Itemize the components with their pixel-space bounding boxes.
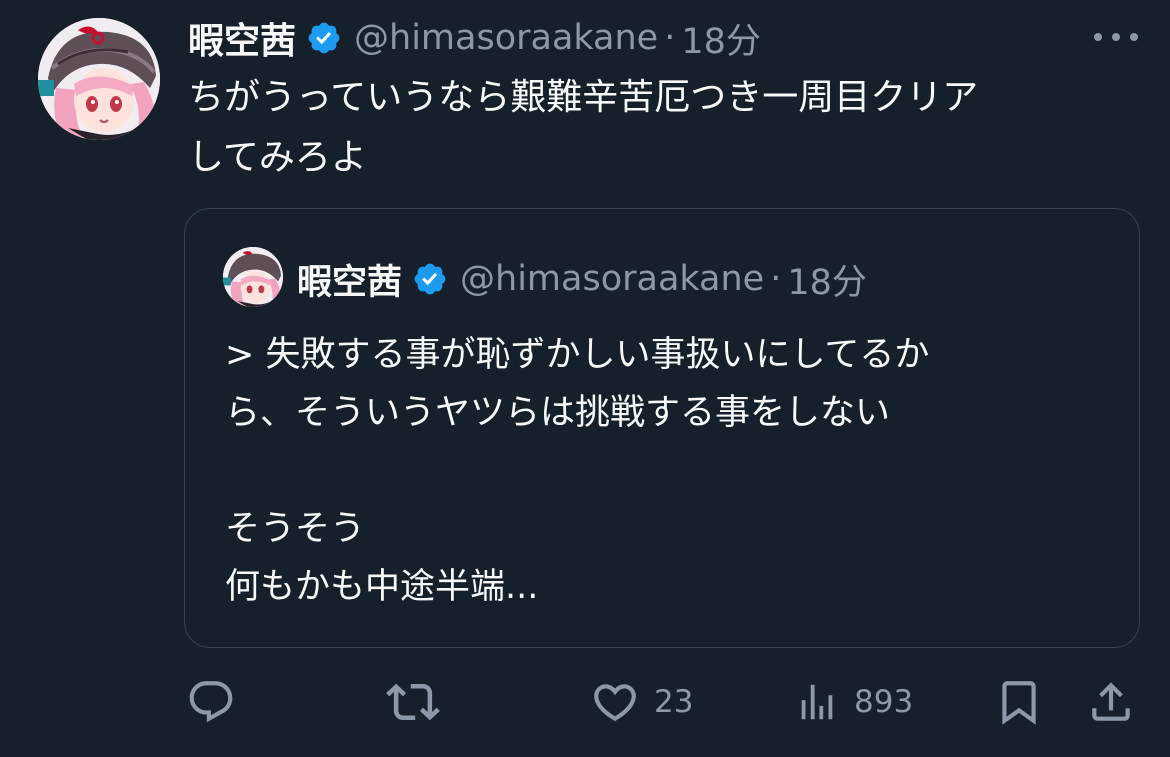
tweet[interactable]: 暇空茜 @himasoraakane · 18分 ちがうっていうなら艱難辛苦厄つ…	[0, 0, 1170, 757]
display-name[interactable]: 暇空茜	[188, 12, 296, 64]
tweet-text-line: してみろよ	[188, 137, 367, 178]
verified-badge-icon	[412, 261, 448, 297]
separator-dot: ·	[770, 259, 782, 299]
quoted-timestamp: 18分	[787, 262, 867, 303]
verified-badge-icon	[306, 20, 342, 56]
retweet-icon	[386, 683, 440, 721]
action-bar: 23 893	[0, 672, 1170, 732]
quoted-text: > 失敗する事が恥ずかしい事扱いにしてるか ら、そういうヤツらは挑戦する事をしな…	[225, 326, 1125, 616]
quoted-display-name: 暇空茜	[297, 262, 403, 303]
tweet-text-line: ちがうっていうなら艱難辛苦厄つき一周目クリア	[188, 77, 979, 118]
share-button[interactable]	[1086, 672, 1136, 732]
more-dot-icon	[1130, 33, 1138, 41]
quoted-header: 暇空茜 @himasoraakane · 18分	[297, 253, 867, 305]
quoted-tweet[interactable]: 暇空茜 @himasoraakane · 18分 > 失敗する事が恥ずかしい事扱…	[184, 208, 1140, 648]
views-icon	[801, 684, 833, 720]
quoted-avatar	[223, 247, 283, 307]
tweet-text: ちがうっていうなら艱難辛苦厄つき一周目クリア してみろよ	[188, 68, 1138, 188]
avatar-image	[38, 18, 160, 140]
user-handle[interactable]: @himasoraakane	[354, 18, 658, 58]
separator-dot: ·	[664, 18, 676, 58]
reply-button[interactable]	[186, 672, 236, 732]
quoted-text-line: > 失敗する事が恥ずかしい事扱いにしてるか	[225, 335, 930, 375]
quoted-text-line: 何もかも中途半端...	[225, 567, 539, 607]
more-dot-icon	[1112, 33, 1120, 41]
avatar[interactable]	[38, 18, 160, 140]
timestamp[interactable]: 18分	[681, 13, 761, 64]
bookmark-button[interactable]	[994, 672, 1044, 732]
reply-icon	[189, 681, 233, 723]
like-button[interactable]: 23	[590, 672, 693, 732]
quoted-text-line: そうそう	[225, 509, 366, 549]
more-dot-icon	[1094, 33, 1102, 41]
share-icon	[1092, 682, 1130, 721]
more-options-button[interactable]	[1094, 22, 1138, 52]
quoted-text-line	[225, 442, 1125, 500]
quoted-avatar-image	[223, 247, 283, 307]
quoted-text-line: ら、そういうヤツらは挑戦する事をしない	[225, 393, 891, 433]
heart-icon	[594, 684, 636, 722]
views-count: 893	[854, 684, 914, 720]
bookmark-icon	[1002, 681, 1036, 725]
retweet-button[interactable]	[386, 672, 440, 732]
like-count: 23	[654, 684, 694, 720]
views-button[interactable]: 893	[794, 672, 913, 732]
tweet-header: 暇空茜 @himasoraakane · 18分	[188, 12, 761, 64]
quoted-user-handle: @himasoraakane	[460, 259, 765, 299]
